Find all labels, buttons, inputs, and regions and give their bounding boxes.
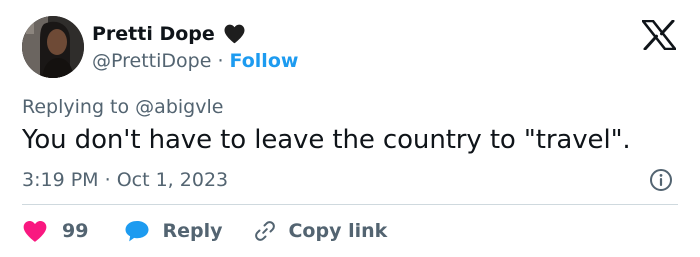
reply-context-prefix: Replying to	[22, 96, 130, 118]
author-handle[interactable]: @PrettiDope	[92, 50, 211, 72]
author-name-row: Pretti Dope	[92, 22, 247, 46]
tweet-text: You don't have to leave the country to "…	[22, 125, 631, 155]
avatar[interactable]	[22, 16, 84, 78]
like-count: 99	[62, 220, 89, 242]
action-bar: 99 Reply Copy link	[22, 217, 387, 245]
reply-label: Reply	[162, 220, 223, 242]
info-icon[interactable]	[649, 168, 673, 192]
heart-icon	[22, 219, 48, 243]
reply-context: Replying to @abigvle	[22, 94, 223, 120]
copy-link-button[interactable]: Copy link	[252, 218, 387, 244]
divider	[22, 204, 678, 205]
tweet-time: 3:19 PM	[22, 169, 99, 191]
like-action[interactable]: 99	[22, 218, 88, 244]
copy-link-label: Copy link	[288, 220, 388, 242]
author-handle-row: @PrettiDope · Follow	[92, 49, 298, 73]
reply-context-mention[interactable]: @abigvle	[135, 96, 223, 118]
timestamp-separator: ·	[104, 169, 111, 191]
tweet-timestamp[interactable]: 3:19 PM · Oct 1, 2023	[22, 167, 228, 193]
handle-separator: ·	[217, 50, 224, 72]
link-icon	[252, 219, 278, 243]
speech-bubble-icon	[124, 219, 150, 243]
follow-button[interactable]: Follow	[230, 50, 299, 72]
author-display-name[interactable]: Pretti Dope	[92, 22, 215, 46]
reply-button[interactable]: Reply	[124, 218, 222, 244]
avatar-image	[22, 16, 84, 78]
tweet-date: Oct 1, 2023	[116, 169, 229, 191]
x-logo-icon[interactable]	[641, 19, 677, 51]
black-heart-icon	[222, 22, 247, 46]
